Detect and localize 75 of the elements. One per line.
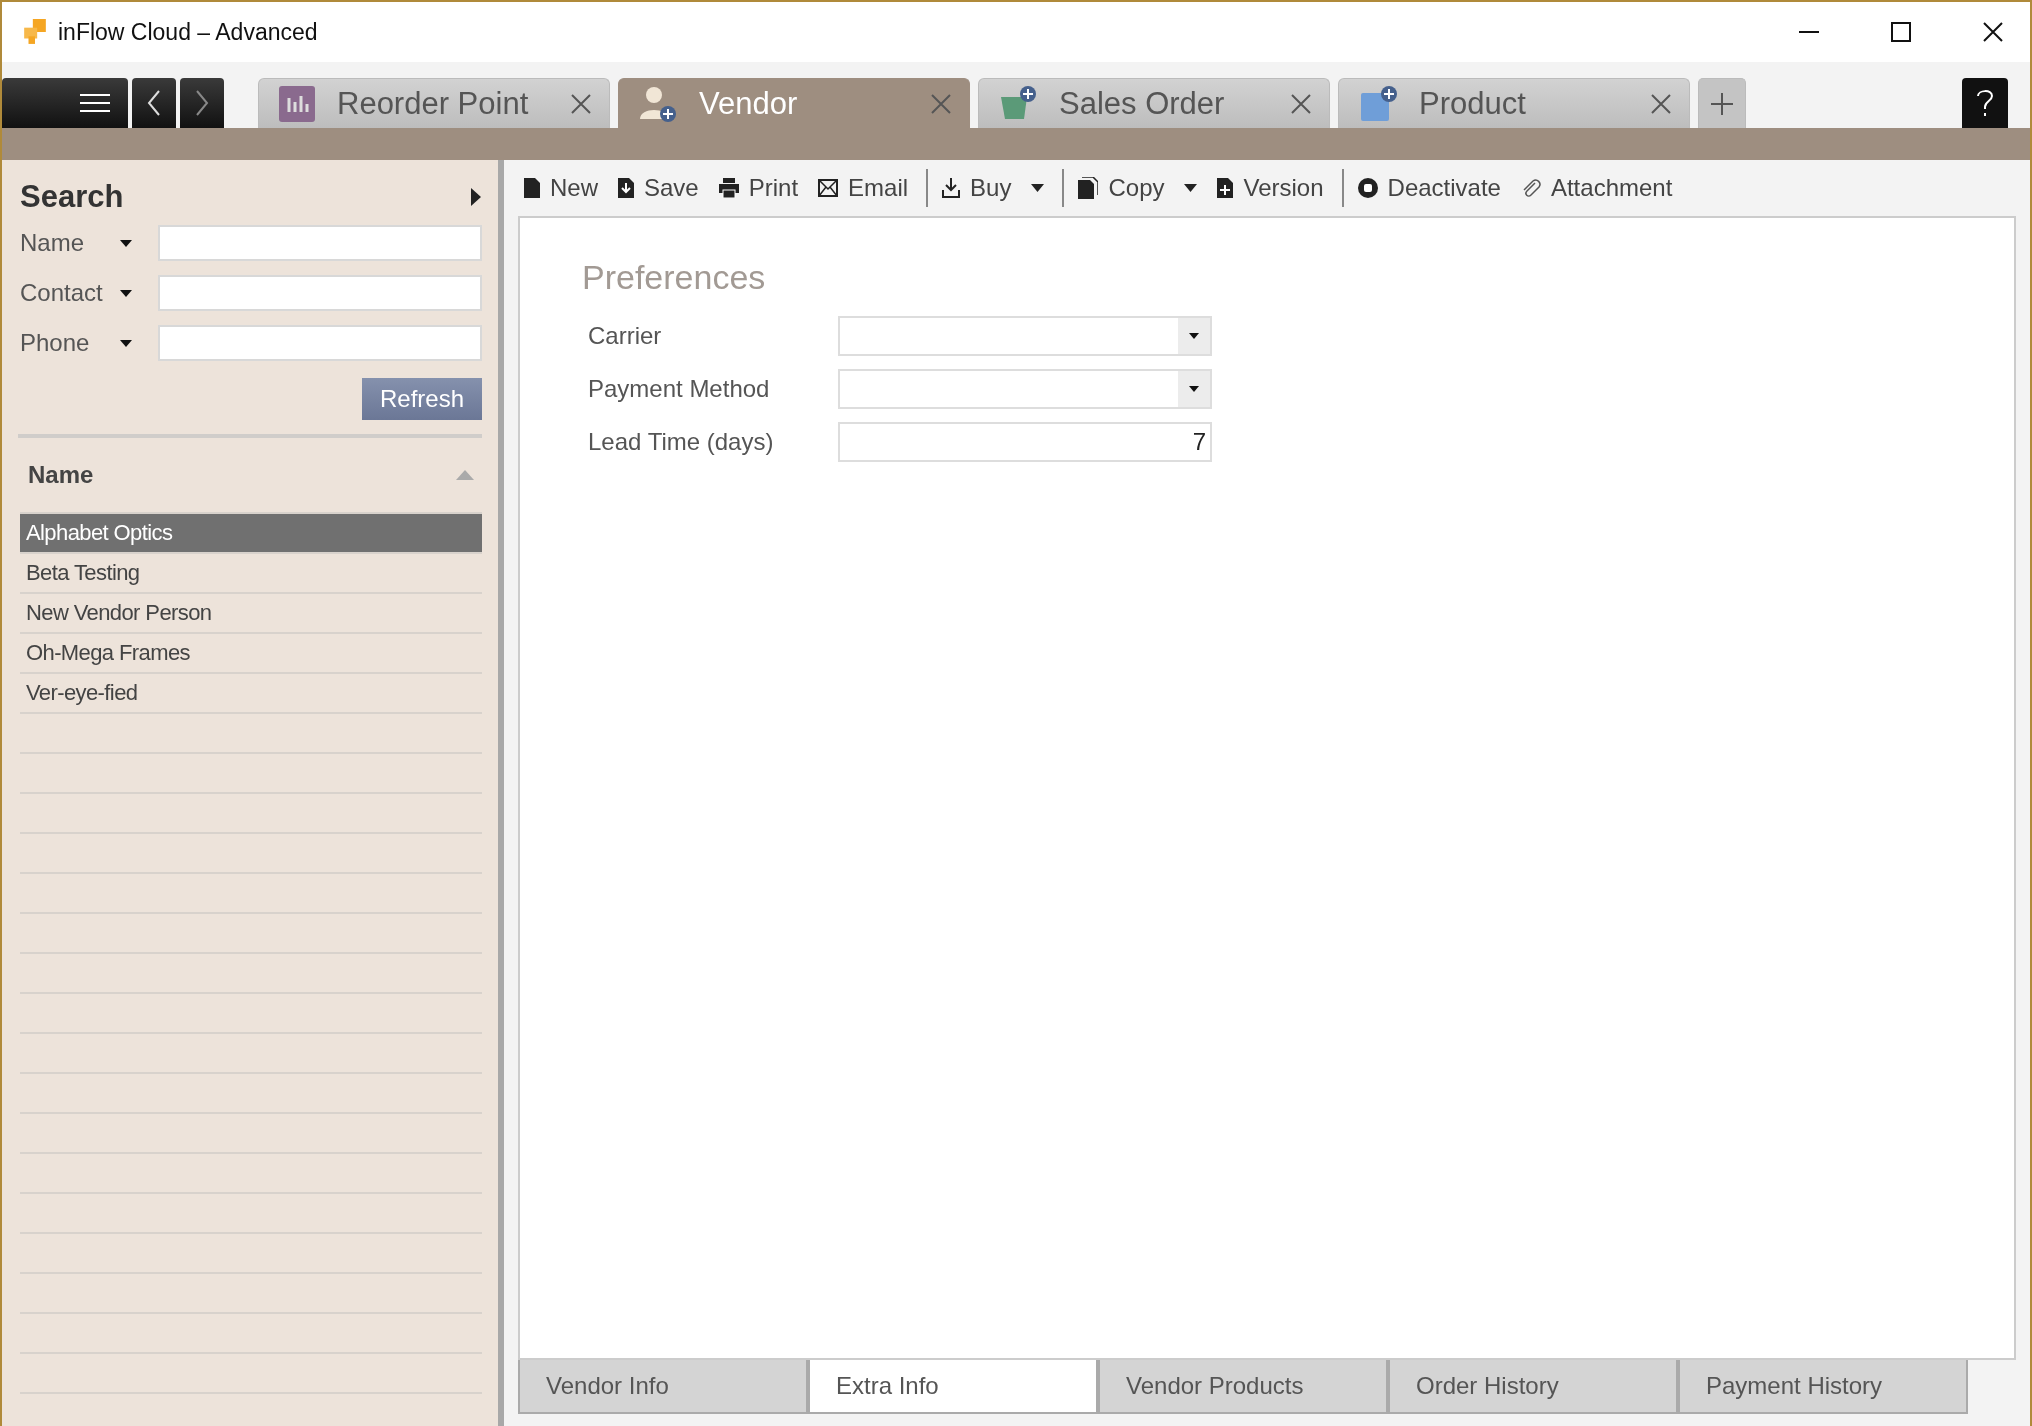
column-header[interactable]: Name bbox=[28, 461, 94, 489]
toolbar-button[interactable]: Version bbox=[1211, 168, 1334, 208]
person-add-icon bbox=[639, 84, 677, 123]
tab-label: Vendor bbox=[699, 85, 799, 122]
dropdown-caret-icon bbox=[1189, 332, 1199, 339]
filter-input-field[interactable] bbox=[158, 325, 482, 361]
maximize-icon[interactable] bbox=[1890, 21, 1912, 43]
field-label: Lead Time (days) bbox=[587, 427, 775, 456]
chevron-left-icon bbox=[147, 90, 161, 116]
search-heading: Search bbox=[20, 179, 124, 215]
section-tab[interactable]: Order History bbox=[1388, 1360, 1678, 1414]
field-label: Carrier bbox=[587, 321, 663, 350]
forward-button[interactable] bbox=[180, 78, 224, 128]
dropdown-field[interactable] bbox=[838, 368, 1212, 409]
filter-input-field[interactable] bbox=[158, 225, 482, 261]
download-icon bbox=[942, 178, 961, 198]
new-tab-button[interactable] bbox=[1698, 78, 1746, 128]
vendor-list-item[interactable]: New Vendor Person bbox=[20, 594, 482, 634]
document-tab[interactable]: Reorder Point bbox=[258, 78, 610, 128]
filter-label: Name bbox=[20, 229, 86, 257]
toolbar-button[interactable]: New bbox=[518, 168, 608, 208]
refresh-button[interactable]: Refresh bbox=[362, 378, 482, 420]
printer-icon bbox=[718, 178, 739, 198]
section-tab[interactable]: Payment History bbox=[1678, 1360, 1968, 1414]
close-icon[interactable] bbox=[1982, 21, 2004, 43]
stop-circle-icon bbox=[1357, 178, 1378, 198]
dropdown-field[interactable] bbox=[838, 315, 1212, 356]
tab-label: Reorder Point bbox=[337, 85, 530, 122]
menu-icon bbox=[80, 93, 110, 113]
vendor-list-item[interactable]: Ver-eye-fied bbox=[20, 674, 482, 714]
toolbar-button[interactable]: Attachment bbox=[1514, 168, 1683, 208]
document-plus-icon bbox=[1217, 178, 1234, 198]
expand-arrow-icon[interactable] bbox=[470, 188, 482, 206]
document-tab[interactable]: Sales Order bbox=[978, 78, 1330, 128]
vendor-list-item[interactable]: Alphabet Optics bbox=[20, 514, 482, 554]
question-mark-icon bbox=[1976, 88, 1994, 118]
bar-chart-icon bbox=[279, 85, 315, 122]
app-logo-icon bbox=[22, 19, 48, 45]
section-heading: Preferences bbox=[582, 258, 767, 297]
tab-label: Product bbox=[1419, 85, 1527, 122]
document-download-icon bbox=[618, 178, 634, 198]
help-button[interactable] bbox=[1962, 78, 2008, 128]
dropdown-caret-icon[interactable] bbox=[120, 239, 132, 247]
dropdown-caret-icon bbox=[1184, 184, 1198, 192]
dropdown-caret-icon[interactable] bbox=[120, 289, 132, 297]
filter-input-field[interactable] bbox=[158, 275, 482, 311]
chevron-right-icon bbox=[195, 90, 209, 116]
document-tab[interactable]: Product bbox=[1338, 78, 1690, 128]
dropdown-caret-icon bbox=[1189, 385, 1199, 392]
toolbar-button[interactable]: Save bbox=[612, 168, 709, 208]
back-button[interactable] bbox=[132, 78, 176, 128]
toolbar-button[interactable]: Buy bbox=[936, 168, 1055, 208]
tab-label: Sales Order bbox=[1059, 85, 1226, 122]
toolbar-button[interactable]: Email bbox=[812, 168, 919, 208]
section-tab[interactable]: Vendor Products bbox=[1098, 1360, 1388, 1414]
dropdown-caret-icon bbox=[1031, 184, 1045, 192]
plus-icon bbox=[1711, 92, 1733, 115]
toolbar-button[interactable]: Copy bbox=[1072, 168, 1208, 208]
filter-label: Contact bbox=[20, 279, 104, 307]
window-title: inFlow Cloud – Advanced bbox=[58, 18, 318, 46]
section-tab[interactable]: Vendor Info bbox=[518, 1360, 808, 1414]
toolbar-button[interactable]: Deactivate bbox=[1351, 168, 1511, 208]
field-label: Payment Method bbox=[587, 374, 771, 403]
document-icon bbox=[524, 178, 540, 198]
toolbar-button[interactable]: Print bbox=[712, 168, 809, 208]
menu-button[interactable] bbox=[2, 78, 128, 128]
box-add-icon bbox=[1359, 84, 1397, 123]
filter-label: Phone bbox=[20, 329, 91, 357]
vendor-list-item[interactable]: Oh-Mega Frames bbox=[20, 634, 482, 674]
copy-icon bbox=[1078, 177, 1099, 199]
vendor-list-item[interactable]: Beta Testing bbox=[20, 554, 482, 594]
envelope-icon bbox=[818, 179, 839, 197]
section-tab[interactable]: Extra Info bbox=[808, 1360, 1098, 1414]
dropdown-caret-icon[interactable] bbox=[120, 339, 132, 347]
number-input-field[interactable]: 7 bbox=[838, 421, 1212, 462]
